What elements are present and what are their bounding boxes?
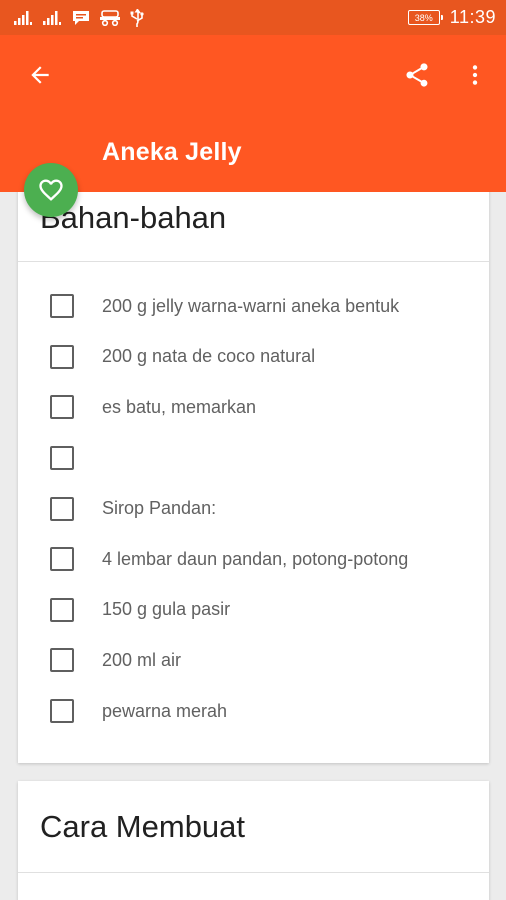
arrow-back-icon <box>31 66 49 84</box>
ingredient-label: 4 lembar daun pandan, potong-potong <box>102 548 409 569</box>
ingredient-label: 200 g jelly warna-warni aneka bentuk <box>102 295 400 316</box>
checkbox[interactable] <box>50 446 74 471</box>
battery-level: 38% <box>414 12 433 23</box>
heart-outline-icon <box>39 179 63 201</box>
share-button[interactable] <box>395 53 439 97</box>
ingredient-label: es batu, memarkan <box>102 396 257 417</box>
checkbox[interactable] <box>50 344 74 369</box>
checkbox[interactable] <box>50 496 74 521</box>
divider <box>18 261 489 262</box>
message-icon <box>72 10 90 26</box>
more-options-button[interactable] <box>453 53 497 97</box>
ingredient-item[interactable]: 150 g gula pasir <box>18 585 489 636</box>
usb-icon <box>130 8 144 27</box>
divider <box>18 872 489 873</box>
more-vert-icon <box>472 65 478 85</box>
game-controller-icon <box>99 9 121 26</box>
status-icons-left <box>14 8 144 27</box>
ingredient-item[interactable]: pewarna merah <box>18 686 489 737</box>
ingredient-label: pewarna merah <box>102 700 228 721</box>
ingredients-card: Bahan-bahan 200 g jelly warna-warni anek… <box>18 176 489 763</box>
signal-icon <box>14 10 34 25</box>
ingredient-item[interactable]: Sirop Pandan: <box>18 483 489 534</box>
ingredient-item[interactable]: 4 lembar daun pandan, potong-potong <box>18 534 489 585</box>
ingredient-item[interactable]: 200 g nata de coco natural <box>18 332 489 383</box>
checkbox[interactable] <box>50 294 74 319</box>
steps-title: Cara Membuat <box>40 809 246 844</box>
ingredient-item[interactable]: 200 ml air <box>18 635 489 686</box>
back-button[interactable] <box>18 53 62 97</box>
ingredient-label: 150 g gula pasir <box>102 599 231 620</box>
page-title: Aneka Jelly <box>102 138 242 166</box>
share-icon <box>406 63 428 87</box>
ingredient-item[interactable] <box>18 433 489 484</box>
battery-indicator: 38% <box>407 10 443 25</box>
status-icons-right: 38% 11:39 <box>407 7 496 28</box>
app-bar: Aneka Jelly <box>0 35 506 192</box>
status-bar: 38% 11:39 <box>0 0 506 35</box>
checkbox[interactable] <box>50 648 74 673</box>
status-time: 11:39 <box>449 7 496 27</box>
checkbox[interactable] <box>50 395 74 420</box>
signal-icon-2 <box>43 10 63 25</box>
steps-card: Cara Membuat <box>18 781 489 900</box>
checkbox[interactable] <box>50 597 74 622</box>
favorite-button[interactable] <box>24 163 78 217</box>
ingredient-item[interactable]: 200 g jelly warna-warni aneka bentuk <box>18 281 489 332</box>
ingredient-label: 200 ml air <box>102 649 182 670</box>
ingredient-label: 200 g nata de coco natural <box>102 346 316 367</box>
ingredient-label: Sirop Pandan: <box>102 498 217 519</box>
ingredient-list: 200 g jelly warna-warni aneka bentuk 200… <box>18 281 489 736</box>
checkbox[interactable] <box>50 547 74 572</box>
ingredient-item[interactable]: es batu, memarkan <box>18 382 489 433</box>
checkbox[interactable] <box>50 699 74 724</box>
